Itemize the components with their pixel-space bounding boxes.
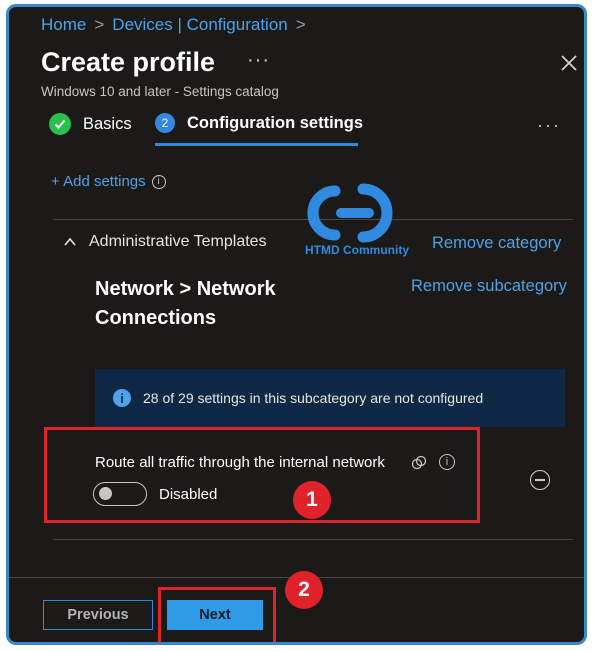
category-header[interactable]: Administrative Templates <box>63 233 267 251</box>
category-label: Administrative Templates <box>89 233 267 250</box>
previous-button[interactable]: Previous <box>43 600 153 630</box>
breadcrumb-separator: > <box>295 15 306 34</box>
info-banner: i 28 of 29 settings in this subcategory … <box>95 369 565 427</box>
step-label: Basics <box>83 114 132 133</box>
info-icon[interactable]: i <box>151 174 166 189</box>
page-subtitle: Windows 10 and later - Settings catalog <box>41 84 279 99</box>
more-options-button[interactable]: ··· <box>247 49 270 72</box>
subcategory-title: Network > Network Connections <box>95 278 276 329</box>
page-title: Create profile <box>41 47 216 77</box>
annotation-badge-1: 1 <box>293 481 331 519</box>
info-icon[interactable]: i <box>439 454 455 470</box>
breadcrumb-home-link[interactable]: Home <box>41 15 86 35</box>
step-number-badge: 2 <box>155 113 175 133</box>
info-banner-text: 28 of 29 settings in this subcategory ar… <box>143 390 484 406</box>
annotation-badge-2: 2 <box>285 571 323 609</box>
breadcrumb-separator: > <box>94 15 105 34</box>
divider <box>53 539 573 540</box>
breadcrumb-devices-link[interactable]: Devices | Configuration <box>112 15 287 35</box>
add-settings-link[interactable]: + Add settings i <box>51 173 166 190</box>
copy-icon[interactable] <box>411 455 427 471</box>
setting-name: Route all traffic through the internal n… <box>95 454 385 471</box>
more-icon[interactable]: ··· <box>537 115 561 136</box>
check-icon <box>49 113 71 135</box>
watermark-text: HTMD Community <box>305 243 409 257</box>
wizard-step-configuration-settings[interactable]: 2 Configuration settings <box>155 113 363 133</box>
remove-subcategory-link[interactable]: Remove subcategory <box>411 277 567 296</box>
setting-toggle[interactable] <box>93 482 147 506</box>
close-icon[interactable] <box>559 53 579 73</box>
toggle-knob <box>99 487 112 500</box>
highlight-box-setting <box>44 427 480 523</box>
info-icon: i <box>113 389 131 407</box>
remove-setting-icon[interactable] <box>530 470 550 490</box>
breadcrumb: Home > Devices | Configuration > <box>41 15 306 35</box>
remove-category-link[interactable]: Remove category <box>432 234 561 253</box>
chevron-up-icon[interactable] <box>63 235 77 249</box>
toggle-state-label: Disabled <box>159 486 218 503</box>
step-label: Configuration settings <box>187 113 363 132</box>
wizard-step-basics[interactable]: Basics <box>49 113 132 135</box>
create-profile-panel: Home > Devices | Configuration > Create … <box>6 4 587 645</box>
add-settings-label: + Add settings <box>51 173 146 190</box>
next-button[interactable]: Next <box>167 600 263 630</box>
active-step-underline <box>155 143 358 146</box>
